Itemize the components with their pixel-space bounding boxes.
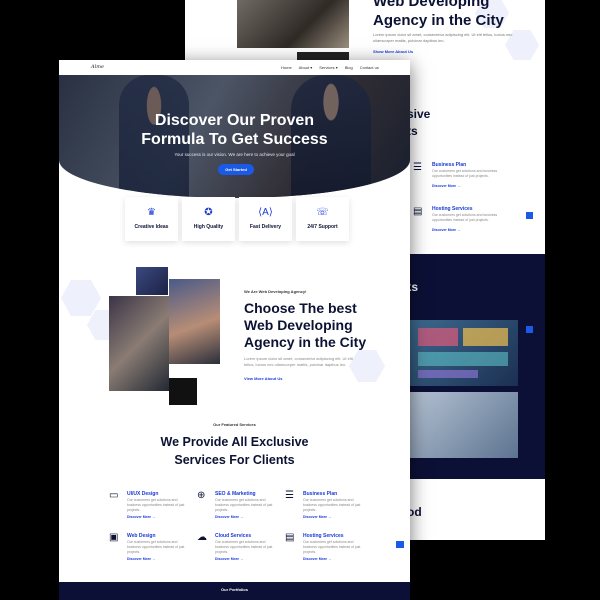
crown-icon: ♛ — [147, 207, 156, 218]
about-image-meeting — [109, 296, 169, 391]
feature-high-quality: ✪ High Quality — [182, 197, 235, 241]
team-photo — [237, 0, 349, 48]
logo[interactable]: Alme — [91, 64, 104, 70]
hexagon-decoration — [61, 280, 101, 316]
nav-links: Home About ▾ Services ▾ Blog Contact us — [281, 65, 379, 70]
about-paragraph: Lorem ipsum dolor sit amet, consectetur … — [244, 356, 353, 367]
about-image-dark — [169, 378, 197, 405]
headset-icon: ☏ — [316, 207, 329, 218]
badge-icon: ✪ — [204, 207, 213, 218]
nav-blog[interactable]: Blog — [345, 65, 353, 70]
discover-more-link[interactable]: Discover More → — [215, 557, 244, 561]
discover-more-link[interactable]: Discover More → — [432, 228, 461, 232]
feature-creative-ideas: ♛ Creative Ideas — [125, 197, 178, 241]
globe-icon: ⊕ — [197, 490, 206, 501]
cloud-icon: ☁ — [197, 532, 207, 543]
service-title: Hosting Services — [432, 206, 473, 212]
back-services-title: sive ts — [407, 107, 431, 138]
feature-fast-delivery: ⟨A⟩ Fast Delivery — [239, 197, 292, 241]
hero-title: Discover Our Proven Formula To Get Succe… — [141, 112, 328, 148]
portfolio-image-dashboard[interactable] — [408, 320, 518, 386]
discover-more-link[interactable]: Discover More → — [303, 515, 332, 519]
nav-contact[interactable]: Contact us — [360, 65, 379, 70]
services-title: We Provide All Exclusive Services For Cl… — [160, 435, 309, 467]
discover-more-link[interactable]: Discover More → — [303, 557, 332, 561]
nav-services[interactable]: Services ▾ — [319, 65, 337, 70]
mockup-stage: Web Developing Agency in the City Lorem … — [0, 0, 600, 600]
navbar: Alme Home About ▾ Services ▾ Blog Contac… — [59, 60, 410, 75]
discover-more-link[interactable]: Discover More → — [127, 515, 156, 519]
portfolio-kicker: Our Portfolios — [221, 587, 248, 592]
scroll-top-button[interactable] — [526, 212, 533, 219]
get-started-button[interactable]: Get Started — [218, 164, 254, 175]
back-heading: Web Developing Agency in the City — [373, 0, 504, 29]
discover-more-link[interactable]: Discover More → — [127, 557, 156, 561]
code-icon: ⟨A⟩ — [258, 207, 273, 218]
scroll-top-button[interactable] — [396, 541, 404, 548]
service-title: Business Plan — [432, 162, 467, 168]
monitor-icon: ▭ — [109, 490, 119, 501]
services-kicker: Our Featured Services — [213, 422, 256, 427]
back-paragraph: Lorem ipsum dolor sit amet, consectetur … — [373, 32, 513, 43]
service-desc: Our customers get solutions and business… — [432, 169, 498, 178]
about-image-small — [136, 267, 168, 295]
feature-support: ☏ 24/7 Support — [296, 197, 349, 241]
nav-home[interactable]: Home — [281, 65, 292, 70]
view-more-link[interactable]: View More About Us — [244, 376, 282, 381]
hosting-icon: ▤ — [413, 206, 423, 217]
front-page-preview: Alme Home About ▾ Services ▾ Blog Contac… — [59, 60, 410, 600]
hero-subtitle: Your success is our vision. We are here … — [174, 152, 295, 157]
about-image-team — [169, 279, 220, 364]
feature-cards: ♛ Creative Ideas ✪ High Quality ⟨A⟩ Fast… — [125, 197, 349, 241]
back-more-link[interactable]: Show More About Us — [373, 49, 413, 54]
service-desc: Our customers get solutions and business… — [432, 213, 498, 222]
hero-section: Discover Our Proven Formula To Get Succe… — [59, 75, 410, 198]
business-plan-icon: ☰ — [413, 162, 422, 173]
portfolio-section: Our Portfolios — [59, 582, 410, 600]
scroll-top-button[interactable] — [526, 326, 533, 333]
discover-more-link[interactable]: Discover More → — [215, 515, 244, 519]
business-plan-icon: ☰ — [285, 490, 294, 501]
discover-more-link[interactable]: Discover More → — [432, 184, 461, 188]
hosting-icon: ▤ — [285, 532, 295, 543]
portfolio-image-tablet[interactable] — [408, 392, 518, 458]
web-design-icon: ▣ — [109, 532, 119, 543]
nav-about[interactable]: About ▾ — [299, 65, 313, 70]
about-title: Choose The best Web Developing Agency in… — [244, 300, 367, 350]
about-kicker: We Are Web Developing Agency! — [244, 289, 307, 294]
